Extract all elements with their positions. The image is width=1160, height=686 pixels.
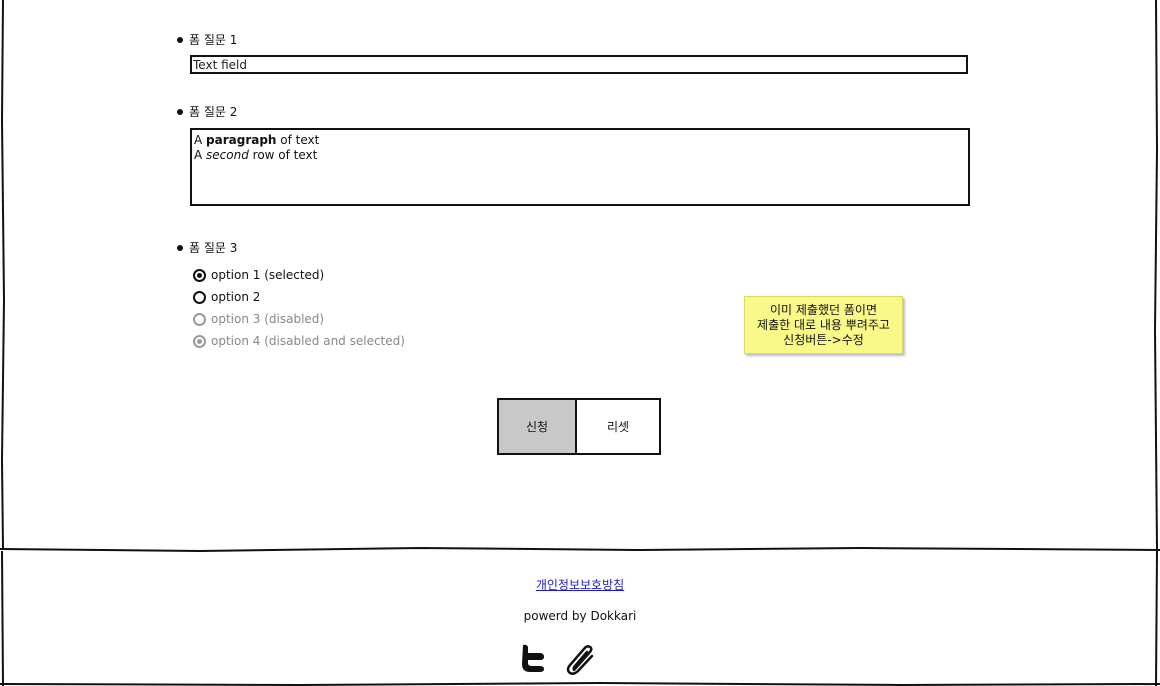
form-buttons: 신청 리셋 [497,398,661,455]
radio-option-1[interactable]: option 1 (selected) [193,268,324,282]
radio-option-3: option 3 (disabled) [193,312,324,326]
textarea-line-1: A paragraph of text [194,133,320,147]
reset-button[interactable]: 리셋 [577,398,661,455]
sticky-note: 이미 제출했던 폼이면 제출한 대로 내용 뿌려주고 신청버튼->수정 [744,296,903,354]
powered-by-text: powerd by Dokkari [523,609,637,623]
sticky-note-line-3: 신청버튼->수정 [783,332,864,347]
bullet-icon [177,36,183,43]
paperclip-icon[interactable] [564,644,598,676]
radio-selected-icon[interactable] [193,268,206,282]
radio-option-2-label: option 2 [211,290,261,304]
twitter-icon[interactable] [519,643,547,673]
bullet-icon [177,244,183,251]
radio-option-1-label: option 1 (selected) [211,268,325,282]
question-1-label: 폼 질문 1 [177,31,237,48]
question-2-text: 폼 질문 2 [189,105,238,119]
question-1-input[interactable] [190,55,968,74]
submit-button[interactable]: 신청 [497,398,577,455]
radio-disabled-icon [193,312,206,326]
question-1-text: 폼 질문 1 [189,33,238,47]
question-3-label: 폼 질문 3 [177,239,237,256]
radio-option-2[interactable]: option 2 [193,290,260,304]
privacy-policy-link[interactable]: 개인정보보호방침 [0,576,1160,593]
textarea-line-2: A second row of text [194,148,318,162]
question-2-textarea[interactable]: A paragraph of text A second row of text [190,128,970,206]
radio-unselected-icon[interactable] [193,290,206,304]
question-2-label: 폼 질문 2 [177,103,237,120]
bullet-icon [177,108,183,115]
radio-option-4: option 4 (disabled and selected) [193,334,405,348]
radio-option-4-label: option 4 (disabled and selected) [211,334,405,348]
sticky-note-line-2: 제출한 대로 내용 뿌려주고 [757,317,890,332]
question-3-text: 폼 질문 3 [189,241,238,255]
radio-disabled-selected-icon [193,334,206,348]
radio-option-3-label: option 3 (disabled) [211,312,325,326]
sticky-note-line-1: 이미 제출했던 폼이면 [770,302,877,317]
